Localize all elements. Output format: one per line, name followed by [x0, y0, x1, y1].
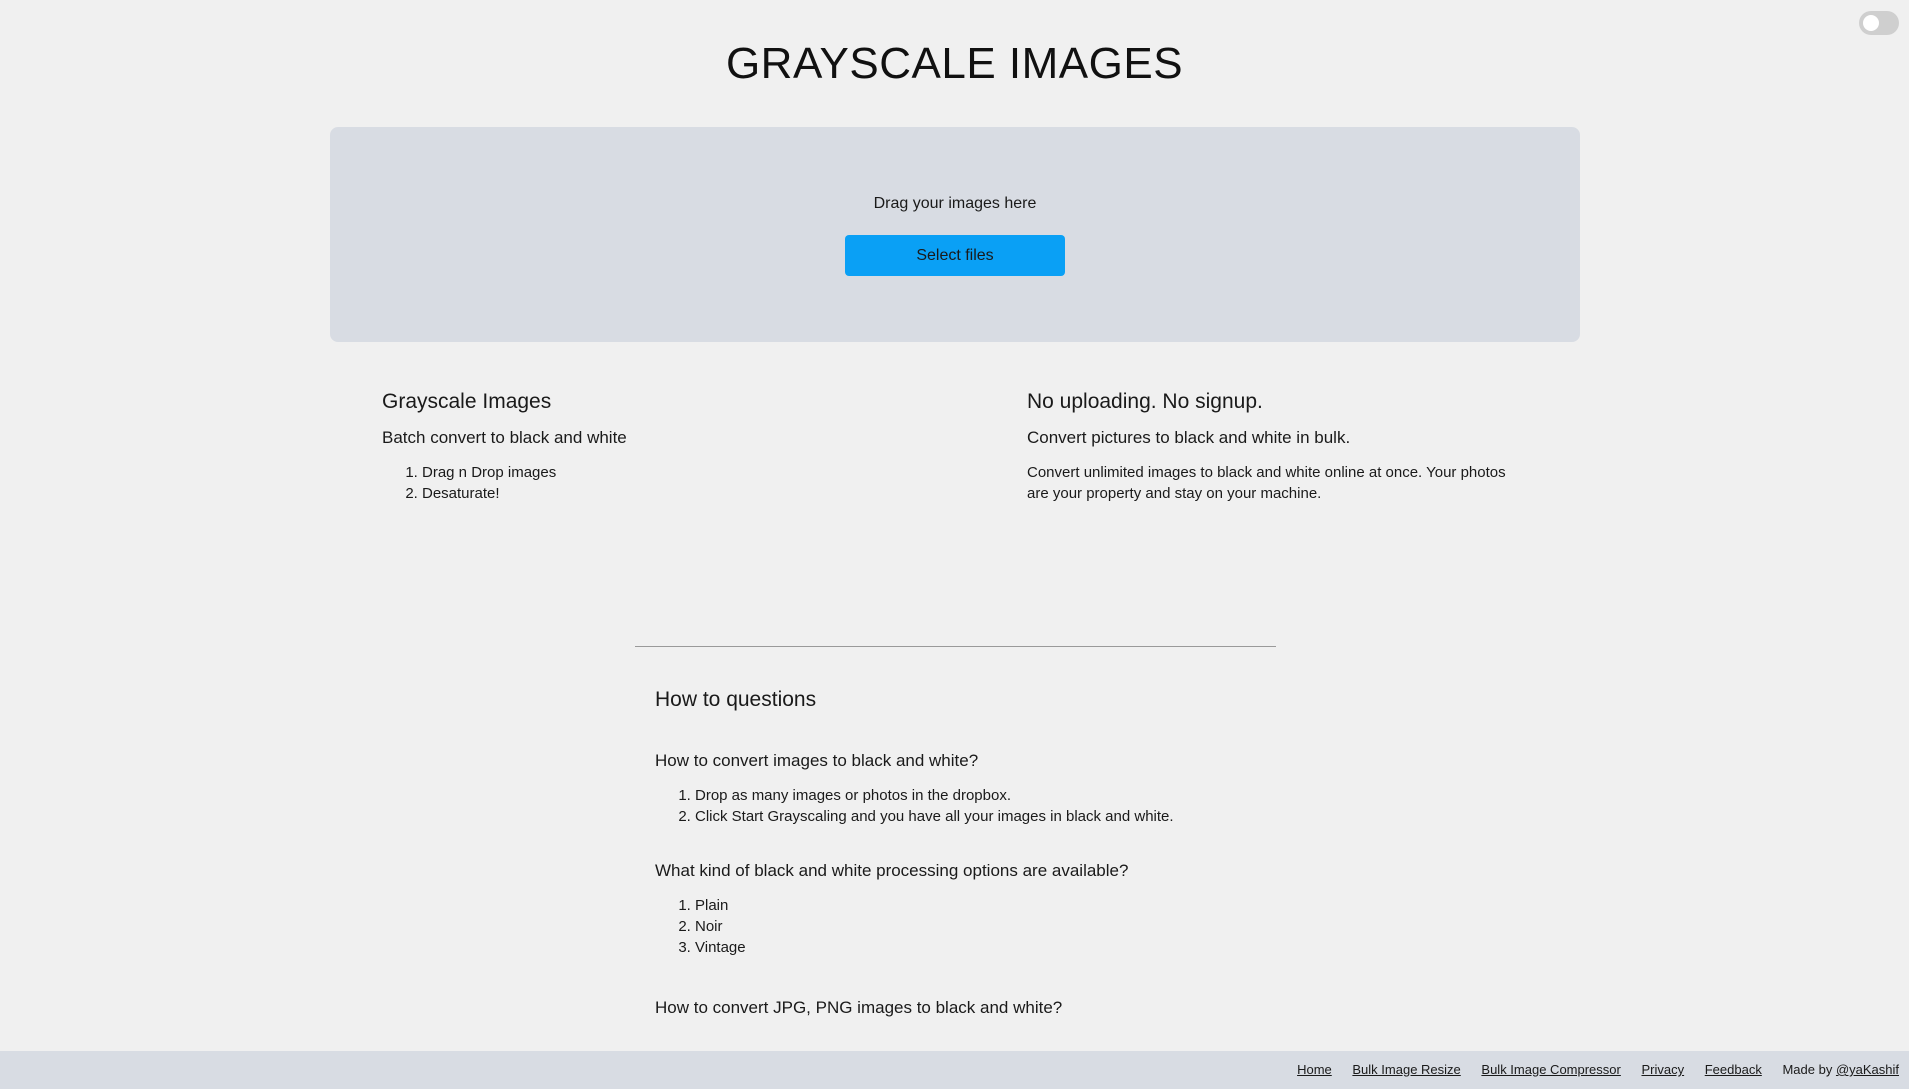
faq-heading: How to questions: [655, 688, 817, 711]
faq-answer-list: Drop as many images or photos in the dro…: [655, 785, 1295, 827]
toggle-knob: [1863, 15, 1879, 31]
list-item: Drag n Drop images: [422, 462, 902, 483]
info-right: No uploading. No signup. Convert picture…: [1027, 388, 1547, 504]
footer: Home Bulk Image Resize Bulk Image Compre…: [0, 1051, 1909, 1089]
section-divider: [635, 646, 1276, 647]
info-left: Grayscale Images Batch convert to black …: [382, 388, 902, 504]
info-left-subtitle: Batch convert to black and white: [382, 428, 627, 447]
list-item: Plain: [695, 895, 1295, 916]
footer-link-feedback[interactable]: Feedback: [1705, 1062, 1762, 1077]
dropzone[interactable]: Drag your images here Select files: [330, 127, 1580, 342]
list-item: Noir: [695, 916, 1295, 937]
footer-link-home[interactable]: Home: [1297, 1062, 1332, 1077]
faq-question: What kind of black and white processing …: [655, 861, 1129, 880]
made-by-label: Made by: [1782, 1062, 1836, 1077]
select-files-button[interactable]: Select files: [845, 235, 1065, 276]
author-link[interactable]: @yaKashif: [1836, 1062, 1899, 1077]
faq-question: How to convert images to black and white…: [655, 751, 979, 770]
list-item: Desaturate!: [422, 483, 902, 504]
info-right-text: Convert unlimited images to black and wh…: [1027, 464, 1506, 502]
info-right-subtitle: Convert pictures to black and white in b…: [1027, 428, 1351, 447]
theme-toggle[interactable]: [1859, 11, 1899, 35]
faq-answer-list: Plain Noir Vintage: [655, 895, 1295, 958]
list-item: Vintage: [695, 937, 1295, 958]
footer-link-bulk-image-resize[interactable]: Bulk Image Resize: [1352, 1062, 1460, 1077]
drag-instruction: Drag your images here: [873, 195, 1037, 212]
steps-list: Drag n Drop images Desaturate!: [382, 462, 902, 504]
faq-question: How to convert JPG, PNG images to black …: [655, 998, 1063, 1017]
footer-links: Home Bulk Image Resize Bulk Image Compre…: [1280, 1062, 1899, 1077]
info-right-title: No uploading. No signup.: [1027, 390, 1263, 413]
page-title: GRAYSCALE IMAGES: [725, 39, 1184, 88]
list-item: Drop as many images or photos in the dro…: [695, 785, 1295, 806]
footer-link-bulk-image-compressor[interactable]: Bulk Image Compressor: [1481, 1062, 1620, 1077]
made-by: Made by @yaKashif: [1782, 1062, 1899, 1077]
info-left-title: Grayscale Images: [382, 390, 552, 413]
footer-link-privacy[interactable]: Privacy: [1641, 1062, 1684, 1077]
faq-section: How to questions How to convert images t…: [655, 684, 1295, 1020]
list-item: Click Start Grayscaling and you have all…: [695, 806, 1295, 827]
